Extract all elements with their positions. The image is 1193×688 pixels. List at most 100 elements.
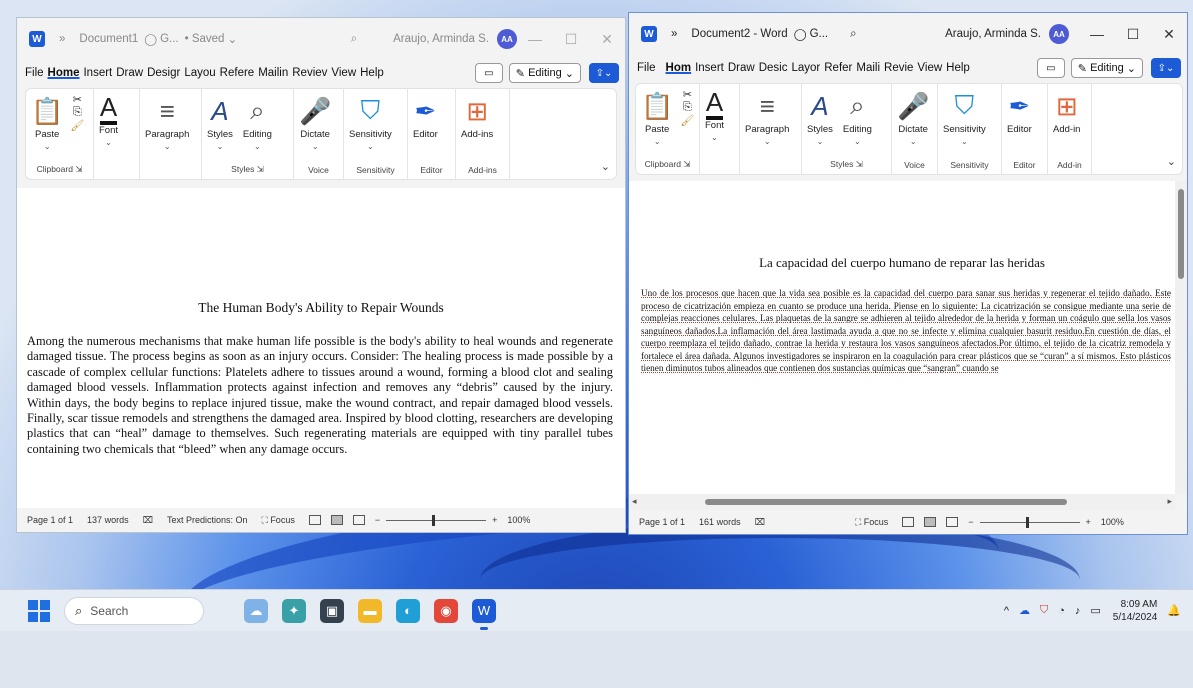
tab-help[interactable]: Help bbox=[360, 67, 384, 79]
tab-insert[interactable]: Insert bbox=[83, 67, 112, 79]
taskbar-search-input[interactable]: ⌕ Search bbox=[64, 596, 204, 625]
chevron-up-icon[interactable]: ^ bbox=[1004, 605, 1009, 617]
user-name[interactable]: Araujo, Arminda S. bbox=[393, 33, 489, 45]
focus-icon[interactable]: ⛶ bbox=[262, 515, 271, 526]
document-body[interactable]: Uno de los procesos que hacen que la vid… bbox=[641, 287, 1171, 375]
clock[interactable]: 8:09 AM 5/14/2024 bbox=[1113, 598, 1158, 624]
windows-start-icon[interactable] bbox=[28, 599, 50, 622]
tab-home[interactable]: Hom bbox=[666, 62, 692, 74]
user-name[interactable]: Araujo, Arminda S. bbox=[945, 28, 1041, 40]
paragraph-button[interactable]: ≡ Paragraph ⌄ bbox=[140, 93, 194, 165]
sensitivity-label[interactable]: G... bbox=[810, 28, 829, 40]
tab-mailings[interactable]: Mailin bbox=[258, 67, 288, 79]
horizontal-scrollbar[interactable]: ◂ ▸ bbox=[629, 494, 1175, 510]
vertical-scrollbar[interactable] bbox=[1175, 181, 1187, 494]
print-layout-view-icon[interactable] bbox=[924, 517, 937, 527]
tab-view[interactable]: View bbox=[917, 62, 942, 74]
document-title[interactable]: The Human Body's Ability to Repair Wound… bbox=[17, 300, 625, 316]
sensitivity-button[interactable]: ⛉ Sensitivity ⌄ bbox=[344, 93, 397, 165]
close-button[interactable]: ✕ bbox=[589, 31, 625, 48]
tab-insert[interactable]: Insert bbox=[695, 62, 724, 74]
addins-button[interactable]: ⊞ Add-in bbox=[1048, 88, 1085, 160]
tab-layout[interactable]: Layou bbox=[184, 67, 215, 79]
zoom-level[interactable]: 100% bbox=[507, 515, 530, 525]
horizontal-scroll-thumb[interactable] bbox=[705, 499, 1067, 505]
tab-draw[interactable]: Draw bbox=[116, 67, 143, 79]
sensitivity-button[interactable]: ⛉ Sensitivity ⌄ bbox=[938, 88, 991, 160]
document-name[interactable]: Document1 bbox=[79, 33, 138, 45]
paragraph-button[interactable]: ≡ Paragraph ⌄ bbox=[740, 88, 794, 160]
dictate-button[interactable]: 🎤 Dictate ⌄ bbox=[892, 88, 934, 160]
tab-home[interactable]: Home bbox=[48, 67, 80, 79]
zoom-out-button[interactable]: − bbox=[968, 517, 973, 527]
scissors-icon[interactable]: ✂ bbox=[683, 88, 692, 101]
avatar[interactable]: AA bbox=[1049, 24, 1069, 44]
tab-layout[interactable]: Layor bbox=[791, 62, 820, 74]
quick-access-more-icon[interactable]: » bbox=[59, 33, 65, 45]
minimize-button[interactable]: — bbox=[1079, 26, 1115, 42]
vertical-scroll-thumb[interactable] bbox=[1178, 189, 1184, 279]
word-taskbar-icon[interactable]: W bbox=[472, 598, 496, 630]
font-button[interactable]: A Font ⌄ bbox=[94, 92, 123, 165]
tab-help[interactable]: Help bbox=[946, 62, 970, 74]
zoom-in-button[interactable]: + bbox=[1086, 517, 1091, 527]
styles-button[interactable]: A Styles ⌄ bbox=[202, 93, 238, 164]
paste-button[interactable]: 📋 Paste ⌄ bbox=[26, 93, 68, 164]
zoom-level[interactable]: 100% bbox=[1101, 517, 1124, 527]
format-painter-icon[interactable]: 🖌 bbox=[680, 114, 694, 127]
maximize-button[interactable]: ☐ bbox=[1115, 26, 1151, 43]
ribbon-collapse-chevron-icon[interactable]: ⌄ bbox=[595, 160, 616, 179]
onedrive-cloud-icon[interactable]: ☁ bbox=[1019, 604, 1030, 617]
word-window-document2[interactable]: W » Document2 - Word ◯ G... ⌕ Araujo, Ar… bbox=[628, 12, 1188, 535]
print-layout-view-icon[interactable] bbox=[330, 515, 343, 525]
minimize-button[interactable]: — bbox=[517, 31, 553, 47]
format-painter-icon[interactable]: 🖌 bbox=[70, 119, 84, 132]
battery-icon[interactable]: ▭ bbox=[1090, 604, 1100, 617]
editor-button[interactable]: ✒ Editor bbox=[1002, 88, 1037, 160]
read-mode-view-icon[interactable] bbox=[902, 517, 915, 527]
task-view-icon[interactable]: ▣ bbox=[320, 598, 344, 623]
focus-button[interactable]: Focus bbox=[270, 515, 295, 525]
document-title[interactable]: La capacidad del cuerpo humano de repara… bbox=[629, 255, 1175, 271]
quick-access-more-icon[interactable]: » bbox=[671, 28, 677, 40]
comments-button[interactable]: ▭ bbox=[474, 63, 503, 83]
zoom-slider-knob[interactable] bbox=[432, 514, 436, 526]
tab-references[interactable]: Refere bbox=[220, 67, 255, 79]
document-body[interactable]: Among the numerous mechanisms that make … bbox=[27, 334, 613, 457]
editing-button[interactable]: ⌕ Editing ⌄ bbox=[238, 93, 277, 164]
share-button[interactable]: ⇪⌄ bbox=[1151, 58, 1181, 78]
cut-copy-buttons[interactable]: ✂ ⎘ 🖌 bbox=[678, 88, 696, 159]
file-explorer-icon[interactable]: ▬ bbox=[358, 598, 382, 623]
tab-mailings[interactable]: Maili bbox=[856, 62, 880, 74]
copy-icon[interactable]: ⎘ bbox=[683, 101, 692, 114]
scissors-icon[interactable]: ✂ bbox=[73, 93, 82, 106]
search-icon[interactable]: ⌕ bbox=[351, 33, 357, 46]
word-count[interactable]: 137 words bbox=[87, 515, 129, 525]
volume-icon[interactable]: ♪ bbox=[1075, 605, 1081, 617]
notification-bell-icon[interactable]: 🔔 bbox=[1167, 604, 1181, 617]
security-icon[interactable]: ⛉ bbox=[1040, 604, 1048, 617]
copilot-icon[interactable]: ✦ bbox=[282, 598, 306, 623]
page-count[interactable]: Page 1 of 1 bbox=[639, 517, 685, 527]
title-bar[interactable]: W » Document1 ◯ G... • Saved ⌄ ⌕ Araujo,… bbox=[17, 18, 625, 60]
document-canvas[interactable]: La capacidad del cuerpo humano de repara… bbox=[629, 181, 1175, 494]
scroll-right-arrow-icon[interactable]: ▸ bbox=[1167, 496, 1172, 507]
tab-references[interactable]: Refer bbox=[824, 62, 852, 74]
web-layout-view-icon[interactable] bbox=[946, 517, 959, 527]
maximize-button[interactable]: ☐ bbox=[553, 31, 589, 48]
focus-icon[interactable]: ⛶ bbox=[855, 517, 864, 528]
scroll-left-arrow-icon[interactable]: ◂ bbox=[632, 496, 637, 507]
focus-button[interactable]: Focus bbox=[864, 517, 889, 527]
title-bar[interactable]: W » Document2 - Word ◯ G... ⌕ Araujo, Ar… bbox=[629, 13, 1187, 55]
editing-button[interactable]: ⌕ Editing ⌄ bbox=[838, 88, 877, 159]
document-name[interactable]: Document2 - Word bbox=[691, 28, 787, 40]
wifi-icon[interactable]: ◔ bbox=[1058, 605, 1065, 617]
avatar[interactable]: AA bbox=[497, 29, 517, 49]
proofing-icon[interactable]: ⌧ bbox=[143, 515, 153, 526]
paste-button[interactable]: 📋 Paste ⌄ bbox=[636, 88, 678, 159]
word-window-document1[interactable]: W » Document1 ◯ G... • Saved ⌄ ⌕ Araujo,… bbox=[16, 17, 626, 533]
editor-button[interactable]: ✒ Editor bbox=[408, 93, 443, 165]
copy-icon[interactable]: ⎘ bbox=[73, 106, 82, 119]
search-icon[interactable]: ⌕ bbox=[850, 28, 856, 41]
page-count[interactable]: Page 1 of 1 bbox=[27, 515, 73, 525]
